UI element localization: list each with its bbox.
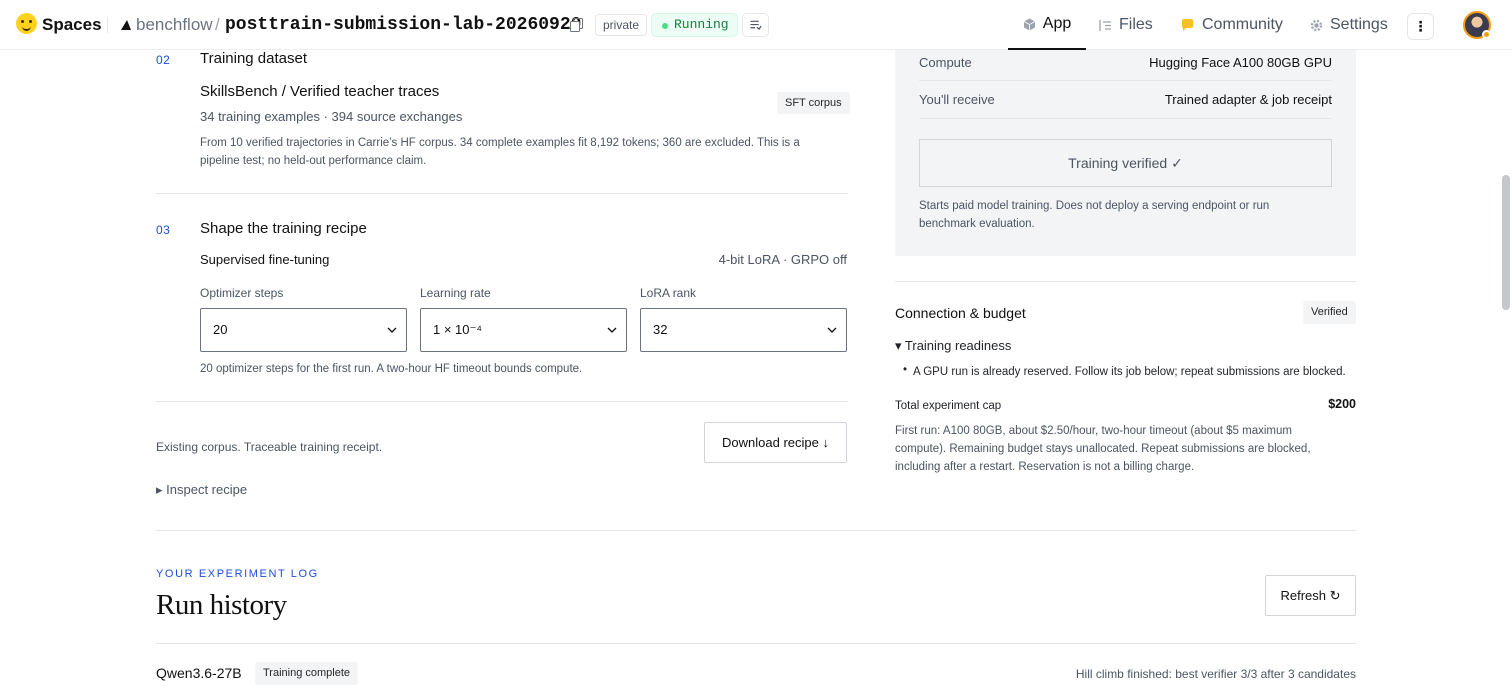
dataset-counts: 34 training examples · 394 source exchan… [200,109,463,124]
page-scrollbar[interactable] [1502,175,1510,310]
learning-rate-value: 1 × 10⁻⁴ [433,322,482,337]
divider [156,401,847,402]
learning-rate-label: Learning rate [420,286,491,300]
dataset-type-tag: SFT corpus [777,92,850,114]
run-status-badge: Training complete [255,662,359,685]
org-avatar-icon [121,20,131,30]
spaces-link[interactable]: Spaces [42,15,102,35]
notification-dot [1482,30,1491,39]
tab-app[interactable]: App [1008,0,1086,50]
logs-icon [750,20,762,31]
recipe-footer-note: Existing corpus. Traceable training rece… [156,440,383,454]
divider [107,17,108,33]
lora-rank-value: 32 [653,322,668,337]
table-row[interactable]: Qwen3.6-27B Training complete Hill climb… [156,660,1356,688]
path-separator: / [215,15,220,34]
readiness-item: A GPU run is already reserved. Follow it… [913,366,1346,378]
divider [156,530,1356,531]
hugging-face-logo-icon[interactable] [16,13,37,34]
verified-badge: Verified [1303,301,1356,324]
top-bar: Spaces benchflow / posttrain-submission-… [0,0,1512,50]
dataset-name: SkillsBench / Verified teacher traces [200,83,440,100]
compute-label: Compute [919,55,972,70]
run-model-name: Qwen3.6-27B [156,665,242,681]
divider [156,643,1356,644]
cap-note: First run: A100 80GB, about $2.50/hour, … [895,425,1311,473]
refresh-button[interactable]: Refresh ↻ [1265,575,1356,616]
download-recipe-button[interactable]: Download recipe ↓ [704,422,847,463]
run-summary: Hill climb finished: best verifier 3/3 a… [1075,667,1356,681]
status-badge[interactable]: Running [651,13,738,37]
optimizer-steps-select[interactable]: 20 [200,308,407,352]
receive-label: You'll receive [919,92,995,107]
section-title: Shape the training recipe [200,220,367,237]
connection-title: Connection & budget [895,305,1026,321]
learning-rate-select[interactable]: 1 × 10⁻⁴ [420,308,627,352]
lora-rank-select[interactable]: 32 [640,308,847,352]
owner-link[interactable]: benchflow [136,15,213,35]
tab-files[interactable]: Files [1099,0,1153,50]
tab-community[interactable]: Community [1180,0,1283,50]
method-meta: 4-bit LoRA · GRPO off [718,252,847,267]
tab-settings-label: Settings [1330,16,1388,33]
section-number: 02 [156,53,171,67]
history-title: Run history [156,589,287,621]
divider [156,193,847,194]
compute-value: Hugging Face A100 80GB GPU [1149,55,1332,70]
cube-icon [1023,18,1035,30]
receive-value: Trained adapter & job receipt [1164,92,1332,107]
more-options-button[interactable]: ⋮ [1407,13,1434,40]
logs-button[interactable] [742,13,769,37]
history-eyebrow: YOUR EXPERIMENT LOG [156,568,319,580]
visibility-badge: private [595,14,648,36]
training-method: Supervised fine-tuning [200,252,330,267]
divider [919,118,1332,119]
tab-files-label: Files [1119,16,1153,33]
divider [919,80,1332,81]
bullet: • [903,364,908,376]
chevron-down-icon [387,327,397,333]
dataset-note: From 10 verified trajectories in Carrie’… [200,137,800,167]
cap-label: Total experiment cap [895,400,1002,412]
lora-rank-label: LoRA rank [640,286,697,300]
chevron-down-icon [827,327,837,333]
optimizer-steps-label: Optimizer steps [200,286,284,300]
cap-value: $200 [1328,397,1356,411]
section-number: 03 [156,223,171,237]
recipe-hint: 20 optimizer steps for the first run. A … [200,363,583,375]
tab-community-label: Community [1202,16,1283,33]
training-verified-button[interactable]: Training verified ✓ [919,139,1332,187]
training-disclaimer: Starts paid model training. Does not dep… [919,200,1270,230]
tab-app-label: App [1042,15,1072,32]
files-icon [1099,19,1111,31]
optimizer-steps-value: 20 [213,322,228,337]
gear-icon [1310,19,1323,31]
inspect-recipe-toggle[interactable]: ▸ Inspect recipe [156,482,247,498]
divider [895,281,1356,282]
repo-name-link[interactable]: posttrain-submission-lab-20260920 [225,15,581,35]
copy-icon[interactable] [570,18,583,32]
training-readiness-toggle[interactable]: ▾ Training readiness [895,338,1011,354]
community-icon [1182,19,1193,31]
section-title: Training dataset [200,50,308,67]
tab-settings[interactable]: Settings [1310,0,1388,50]
chevron-down-icon [607,327,617,333]
